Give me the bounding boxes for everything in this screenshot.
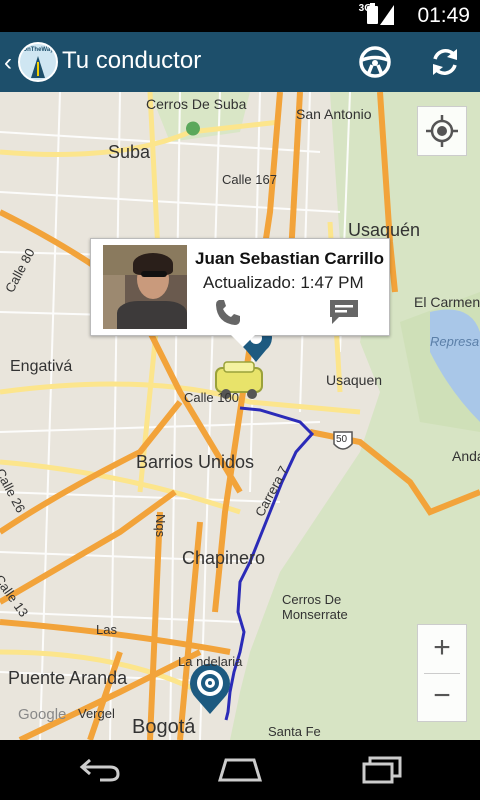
logo-text: OnTheWay xyxy=(22,47,54,53)
map-label: Bogotá xyxy=(132,716,196,738)
back-icon[interactable] xyxy=(78,754,122,784)
zoom-out-button[interactable]: − xyxy=(418,673,466,721)
logo-stripe xyxy=(37,62,39,76)
map-label: San Antonio xyxy=(296,106,372,122)
zoom-controls: + − xyxy=(417,624,467,722)
map-label: Las xyxy=(96,622,117,637)
home-icon[interactable] xyxy=(216,754,264,784)
up-navigation-icon[interactable]: ‹ xyxy=(4,49,12,77)
map-label: Calle 100 xyxy=(184,390,239,405)
system-nav-bar xyxy=(0,740,480,800)
phone-icon[interactable] xyxy=(213,297,243,327)
refresh-icon[interactable] xyxy=(428,45,462,79)
map-label: Cerros De Suba xyxy=(146,96,247,112)
driver-photo xyxy=(103,245,187,329)
map-label: 50 xyxy=(336,434,348,445)
my-location-button[interactable] xyxy=(417,106,467,156)
map-label: Engativá xyxy=(10,358,73,375)
photo-body xyxy=(117,301,187,329)
action-bar: ‹ OnTheWay Tu conductor xyxy=(0,32,480,92)
map-label: Represa S xyxy=(430,334,480,349)
map-label: Nqs xyxy=(153,514,168,538)
page-title: Tu conductor xyxy=(62,47,202,74)
message-icon[interactable] xyxy=(329,299,359,325)
status-bar: 3G 01:49 xyxy=(0,0,480,32)
park-marker-icon xyxy=(186,121,200,136)
map-label: Usaquen xyxy=(326,372,383,388)
status-time: 01:49 xyxy=(417,4,470,27)
map-label: Cerros De Monserrate xyxy=(282,592,348,622)
map-label: Vergel xyxy=(78,706,115,721)
map-label: Puente Aranda xyxy=(8,668,128,688)
map-label: Anda xyxy=(452,448,480,464)
recent-apps-icon[interactable] xyxy=(360,754,404,784)
last-updated: Actualizado: 1:47 PM xyxy=(203,273,364,292)
driver-info-window[interactable]: Juan Sebastian Carrillo Actualizado: 1:4… xyxy=(90,238,390,347)
app-logo[interactable]: OnTheWay xyxy=(18,42,58,82)
google-watermark: Google xyxy=(18,706,67,723)
map-label: Santa Fe xyxy=(268,724,321,739)
map-view[interactable]: Cerros De Suba San Antonio Suba Calle 16… xyxy=(0,92,480,740)
map-label: La ndelaria xyxy=(178,654,243,669)
map-label: El Carmen xyxy=(414,294,480,310)
map-label: Chapinero xyxy=(182,548,266,568)
destination-target-marker[interactable] xyxy=(189,663,231,714)
map-label: Barrios Unidos xyxy=(136,452,255,472)
photo-glasses xyxy=(141,271,167,277)
map-label: Suba xyxy=(108,142,151,162)
zoom-in-button[interactable]: + xyxy=(418,625,466,673)
my-location-icon xyxy=(426,115,458,147)
map-canvas xyxy=(0,92,480,740)
network-type: 3G xyxy=(358,3,372,14)
steering-wheel-icon[interactable] xyxy=(358,45,392,79)
driver-name: Juan Sebastian Carrillo xyxy=(195,249,384,268)
signal-icon xyxy=(380,5,394,25)
map-label: Calle 167 xyxy=(222,172,277,187)
